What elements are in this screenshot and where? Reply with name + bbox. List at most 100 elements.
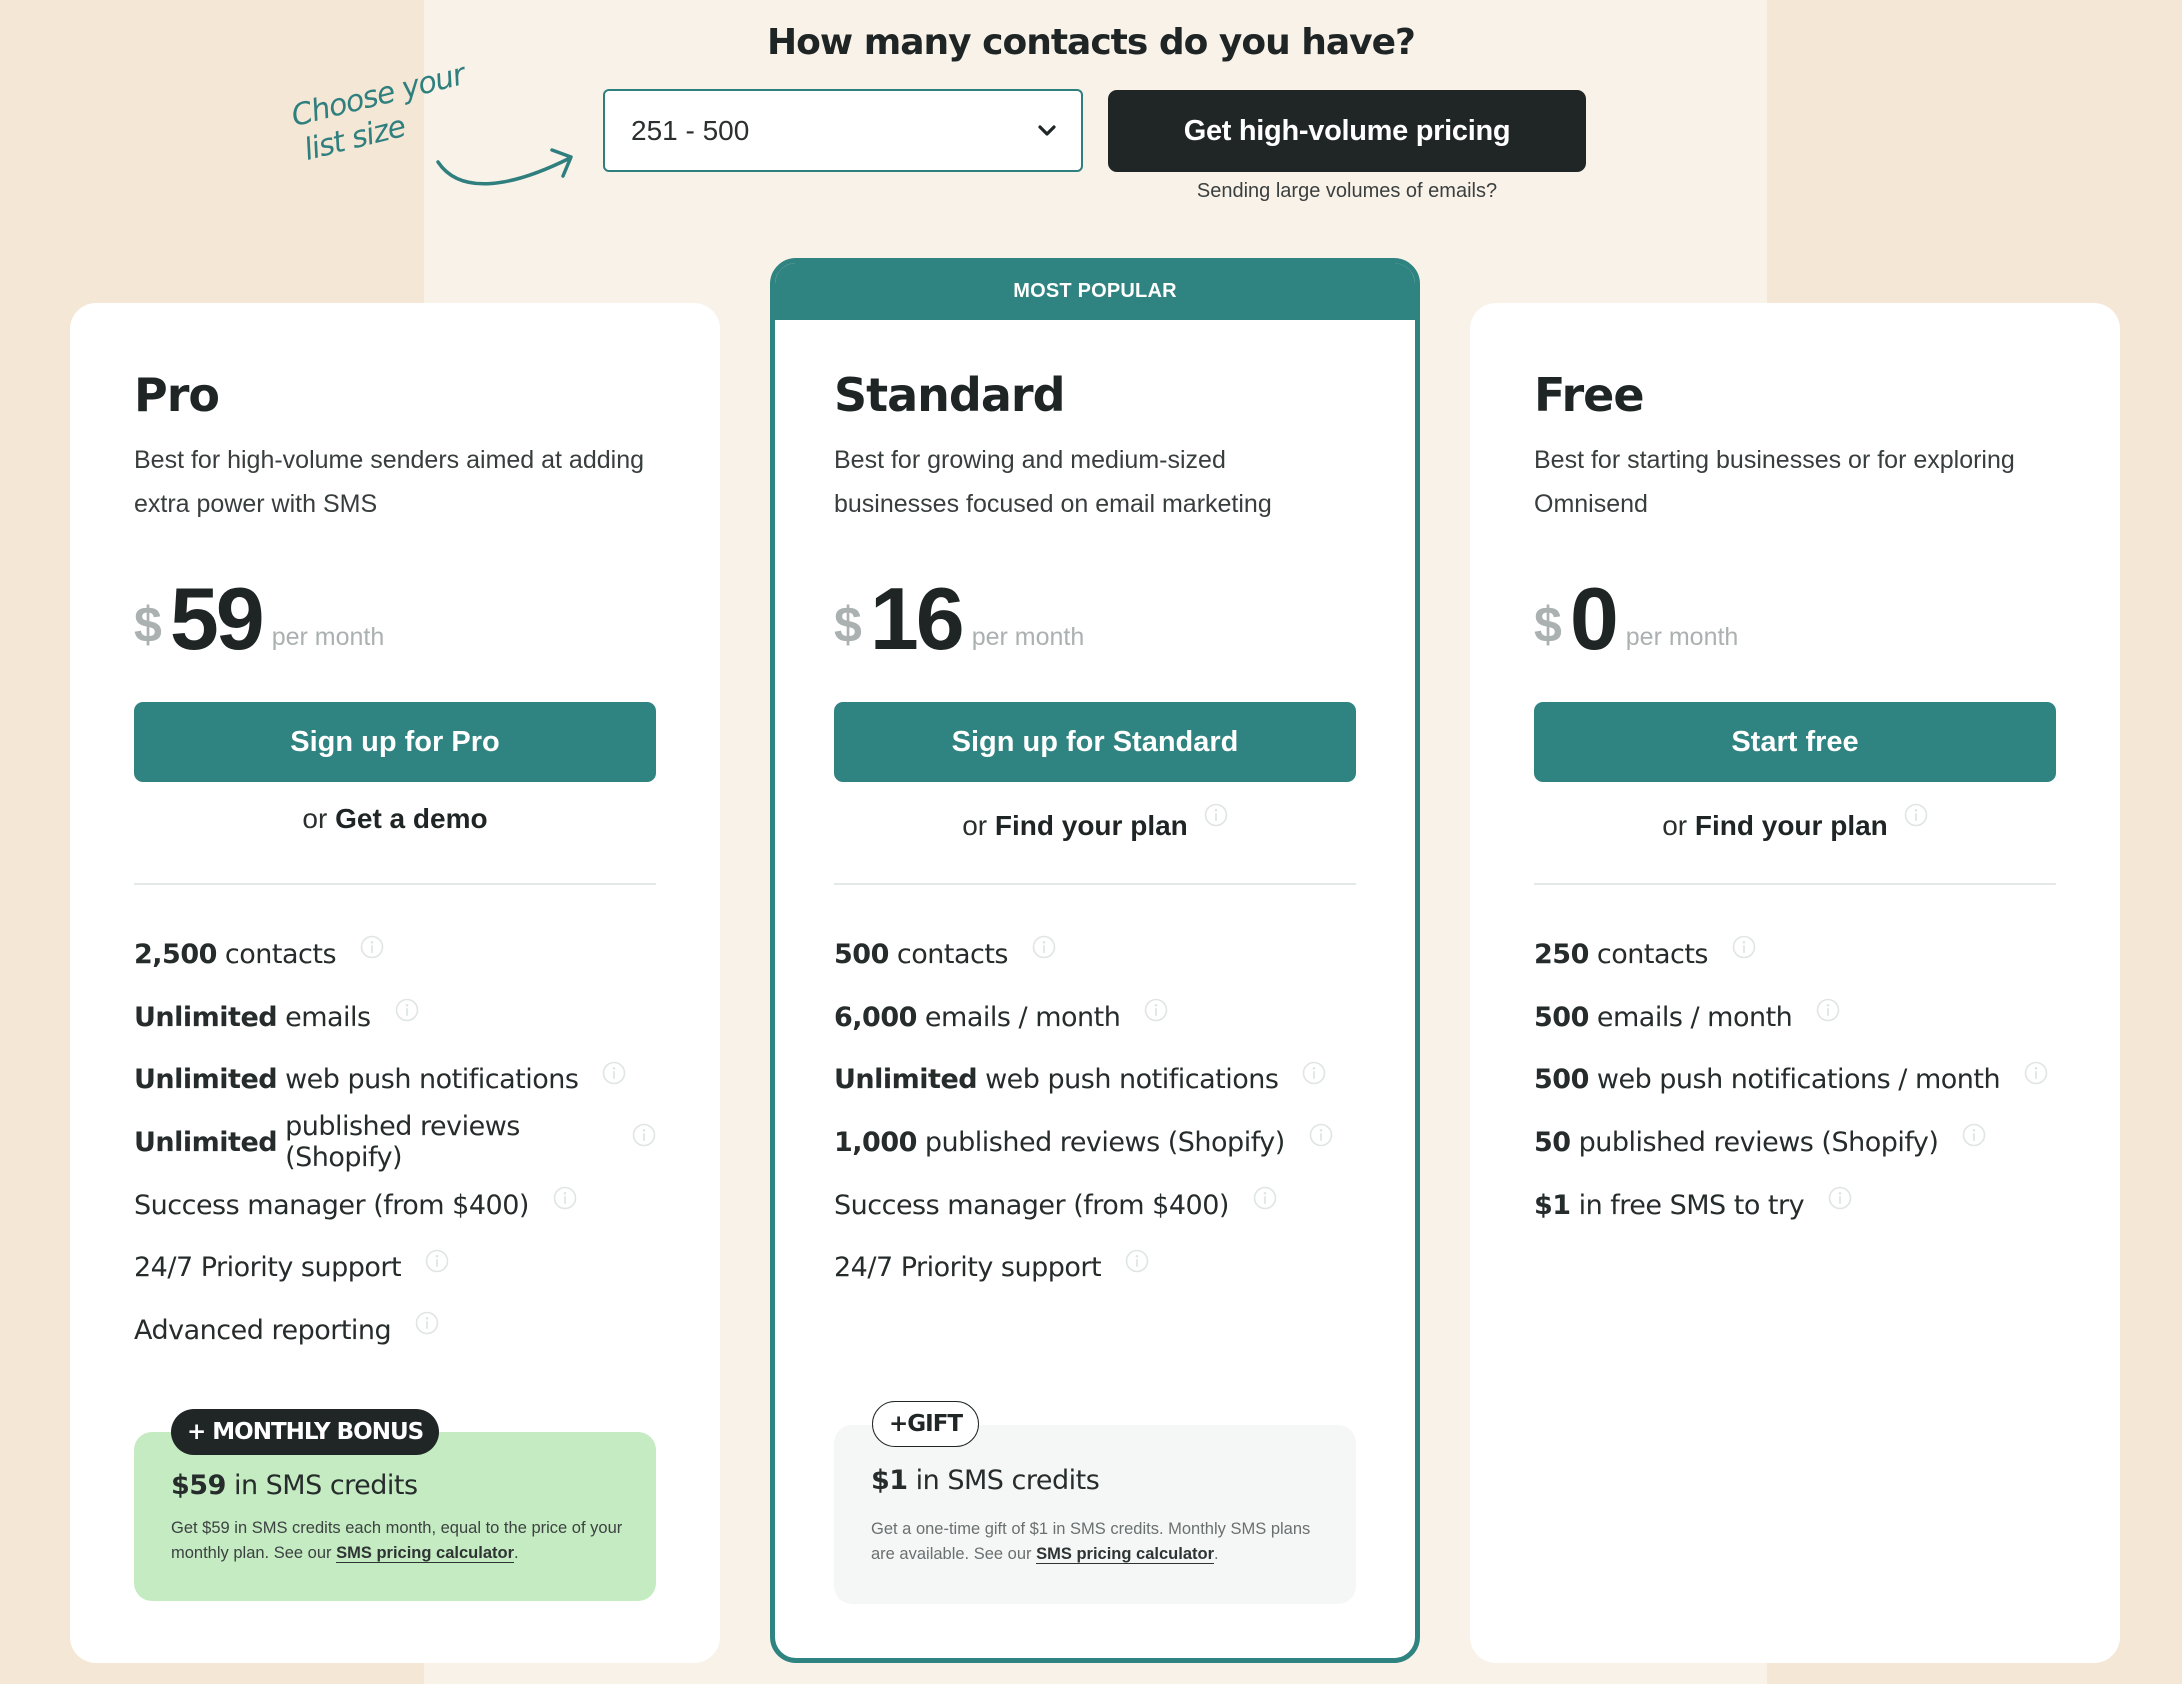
gift-suffix: . xyxy=(1214,1545,1219,1563)
info-icon[interactable] xyxy=(553,1186,577,1210)
feature-text: contacts xyxy=(1596,938,1709,970)
price: $ 16 per month xyxy=(834,568,1356,668)
get-demo-link[interactable]: Get a demo xyxy=(335,803,487,834)
feature-item: Success manager (from $400) xyxy=(134,1174,656,1237)
price-period: per month xyxy=(271,623,385,651)
curved-arrow-icon xyxy=(436,148,573,186)
feature-highlight: $1 xyxy=(1534,1189,1571,1221)
plan-title: Standard xyxy=(834,368,1066,422)
feature-highlight: 500 xyxy=(834,938,889,970)
feature-item: 1,000 published reviews (Shopify) xyxy=(834,1111,1356,1174)
info-icon[interactable] xyxy=(1904,803,1928,827)
sms-pricing-calculator-link[interactable]: SMS pricing calculator xyxy=(336,1544,514,1563)
feature-highlight: Unlimited xyxy=(834,1064,978,1096)
info-icon[interactable] xyxy=(632,1123,656,1147)
feature-item: 500 contacts xyxy=(834,923,1356,986)
feature-highlight: 250 xyxy=(1534,938,1589,970)
feature-text: contacts xyxy=(896,938,1009,970)
info-icon[interactable] xyxy=(1816,998,1840,1022)
info-icon[interactable] xyxy=(425,1249,449,1273)
info-icon[interactable] xyxy=(1253,1186,1277,1210)
feature-text: published reviews (Shopify) xyxy=(285,1111,520,1174)
gift-box: $1 in SMS credits Get a one-time gift of… xyxy=(834,1425,1356,1604)
plan-description: Best for starting businesses or for expl… xyxy=(1534,446,2015,518)
high-volume-pricing-button[interactable]: Get high-volume pricing xyxy=(1108,90,1586,172)
info-icon[interactable] xyxy=(1032,935,1056,959)
info-icon[interactable] xyxy=(1204,803,1228,827)
find-your-plan-link[interactable]: Find your plan xyxy=(1695,810,1888,841)
feature-text: emails / month xyxy=(1596,1001,1793,1033)
plan-card-free: Free Best for starting businesses or for… xyxy=(1470,303,2120,1663)
gift-amount: $1 xyxy=(871,1465,908,1496)
or-prefix: or xyxy=(302,803,328,834)
info-icon[interactable] xyxy=(1144,998,1168,1022)
info-icon[interactable] xyxy=(360,935,384,959)
feature-highlight: 1,000 xyxy=(834,1126,917,1158)
feature-item: Unlimited web push notifications xyxy=(134,1048,656,1111)
price-amount: 16 xyxy=(869,568,965,668)
feature-item: 24/7 Priority support xyxy=(134,1236,656,1299)
feature-highlight: 2,500 xyxy=(134,938,217,970)
sms-pricing-calculator-link[interactable]: SMS pricing calculator xyxy=(1036,1545,1214,1564)
feature-text: web push notifications xyxy=(985,1064,1279,1096)
gift-title-rest: in SMS credits xyxy=(915,1465,1100,1496)
monthly-bonus-box: $59 in SMS credits Get $59 in SMS credit… xyxy=(134,1432,656,1601)
feature-highlight: 6,000 xyxy=(834,1001,917,1033)
feature-text: 24/7 Priority support xyxy=(834,1252,1102,1284)
bonus-suffix: . xyxy=(513,1544,519,1562)
currency-symbol: $ xyxy=(1534,597,1562,653)
feature-item: Unlimited published reviews (Shopify) xyxy=(134,1111,656,1174)
feature-item: 500 emails / month xyxy=(1534,986,2056,1049)
contacts-select[interactable]: 251 - 500 xyxy=(603,89,1083,172)
price: $ 0 per month xyxy=(1534,568,2056,668)
plan-card-pro: Pro Best for high-volume senders aimed a… xyxy=(70,303,720,1663)
contacts-select-value: 251 - 500 xyxy=(631,114,750,146)
feature-item: 500 web push notifications / month xyxy=(1534,1048,2056,1111)
info-icon[interactable] xyxy=(602,1061,626,1085)
gift-description: Get a one-time gift of $1 in SMS credits… xyxy=(871,1517,1331,1567)
info-icon[interactable] xyxy=(395,998,419,1022)
price-amount: 0 xyxy=(1569,568,1619,668)
find-your-plan-link[interactable]: Find your plan xyxy=(995,810,1188,841)
feature-highlight: Unlimited xyxy=(134,1126,278,1158)
info-icon[interactable] xyxy=(1125,1249,1149,1273)
feature-text: Success manager (from $400) xyxy=(834,1189,1229,1221)
feature-text: web push notifications xyxy=(285,1064,579,1096)
feature-list: 2,500 contacts Unlimited emails Unlimited web… xyxy=(134,923,656,1362)
info-icon[interactable] xyxy=(1962,1123,1986,1147)
info-icon[interactable] xyxy=(1309,1123,1333,1147)
feature-text: published reviews (Shopify) xyxy=(1578,1126,1939,1158)
start-free-button[interactable]: Start free xyxy=(1534,702,2056,782)
feature-text: emails xyxy=(285,1001,371,1033)
feature-item: 24/7 Priority support xyxy=(834,1236,1356,1299)
plan-description: Best for high-volume senders aimed at ad… xyxy=(134,446,645,518)
currency-symbol: $ xyxy=(834,597,862,653)
price-amount: 59 xyxy=(169,568,265,668)
sign-up-standard-button[interactable]: Sign up for Standard xyxy=(834,702,1356,782)
feature-text: web push notifications / month xyxy=(1596,1064,2001,1096)
feature-text: emails / month xyxy=(924,1001,1121,1033)
feature-item: Unlimited web push notifications xyxy=(834,1048,1356,1111)
price: $ 59 per month xyxy=(134,568,656,668)
feature-item: 50 published reviews (Shopify) xyxy=(1534,1111,2056,1174)
feature-item: Success manager (from $400) xyxy=(834,1174,1356,1237)
alternate-action: or Get a demo xyxy=(134,803,656,835)
sign-up-pro-button[interactable]: Sign up for Pro xyxy=(134,702,656,782)
page-heading: How many contacts do you have? xyxy=(767,22,1416,63)
info-icon[interactable] xyxy=(1302,1061,1326,1085)
info-icon[interactable] xyxy=(2024,1061,2048,1085)
feature-item: $1 in free SMS to try xyxy=(1534,1174,2056,1237)
info-icon[interactable] xyxy=(415,1311,439,1335)
feature-text: 24/7 Priority support xyxy=(134,1252,402,1284)
feature-item: Advanced reporting xyxy=(134,1299,656,1362)
feature-highlight: 500 xyxy=(1534,1064,1589,1096)
feature-list: 250 contacts 500 emails / month 500 web push … xyxy=(1534,923,2056,1236)
info-icon[interactable] xyxy=(1732,935,1756,959)
or-prefix: or xyxy=(1662,810,1688,841)
feature-text: Success manager (from $400) xyxy=(134,1189,529,1221)
info-icon[interactable] xyxy=(1828,1186,1852,1210)
plan-title: Free xyxy=(1534,368,1645,422)
price-period: per month xyxy=(971,623,1085,651)
divider xyxy=(134,883,656,885)
gift-badge: +GIFT xyxy=(872,1401,980,1447)
